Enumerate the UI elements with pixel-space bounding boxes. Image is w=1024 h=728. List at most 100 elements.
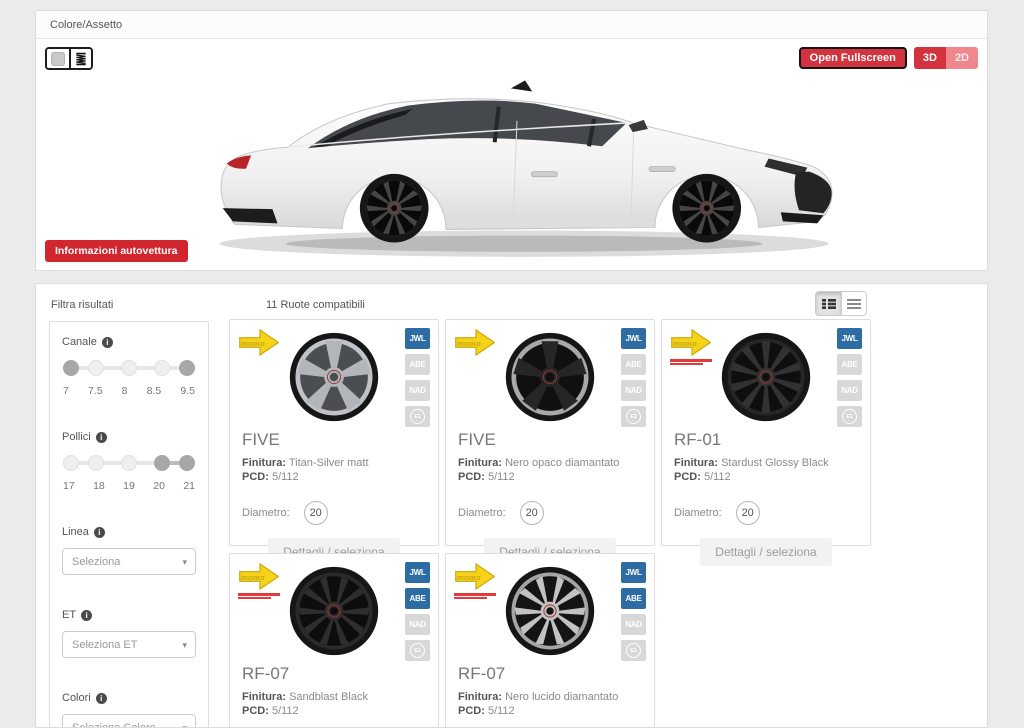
e1-ring: E1 [842, 409, 857, 424]
colori-label: Colori [62, 692, 91, 704]
e1-badge: E1 [621, 406, 646, 427]
wheel-name: FIVE [458, 430, 642, 450]
filter-title: Filtra risultati [51, 299, 113, 311]
jwl-badge: JWL [405, 328, 430, 349]
five-spoke-black-wheel [495, 330, 605, 424]
e1-badge: E1 [837, 406, 862, 427]
abe-badge: ABE [621, 588, 646, 609]
finitura-value: Nero opaco diamantato [505, 457, 619, 469]
filter-group-linea: Linea i Seleziona ▾ [50, 514, 208, 577]
momo-brand-logo: momo [670, 328, 718, 365]
diameter-badge: 20 [304, 501, 328, 525]
slider-handle[interactable] [63, 455, 79, 471]
wheel-name: RF-07 [242, 664, 426, 684]
pcd-value: 5/112 [272, 705, 299, 717]
jwl-badge: JWL [405, 562, 430, 583]
finitura-label: Finitura: [242, 691, 286, 703]
finitura-label: Finitura: [458, 457, 502, 469]
grid-view-button[interactable] [816, 292, 841, 315]
pcd-label: PCD: [458, 471, 485, 483]
mesh-black-wheel [711, 330, 821, 424]
nad-badge: NAD [837, 380, 862, 401]
slider-handle[interactable] [121, 455, 137, 471]
et-select[interactable]: Seleziona ET ▾ [62, 631, 196, 658]
slider-handle[interactable] [63, 360, 79, 376]
chevron-down-icon: ▾ [182, 640, 187, 651]
linea-label: Linea [62, 526, 89, 538]
wheel-card: momo JWL ABE NAD E1 RF-01 Finitura: Star… [661, 319, 871, 546]
chevron-down-icon: ▾ [182, 557, 187, 568]
wheel-card: momo JWL ABE NAD E1 RF-07 Finitura: Sand… [229, 553, 439, 728]
pcd-value: 5/112 [488, 705, 515, 717]
canale-label: Canale [62, 336, 97, 348]
finitura-value: Sandblast Black [289, 691, 368, 703]
pcd-value: 5/112 [488, 471, 515, 483]
pcd-value: 5/112 [272, 471, 299, 483]
momo-logo-text: momo [241, 573, 265, 582]
info-icon[interactable]: i [96, 432, 107, 443]
slider-handle[interactable] [154, 360, 170, 376]
five-spoke-silver-wheel [279, 330, 389, 424]
abe-badge: ABE [405, 354, 430, 375]
brand-subtext-bar [670, 363, 703, 365]
pollici-label: Pollici [62, 431, 91, 443]
info-icon[interactable]: i [81, 610, 92, 621]
wheel-cards-grid: momo JWL ABE NAD E1 FIVE Finitura: Titan… [229, 319, 871, 728]
suspension-mode-button[interactable] [69, 49, 91, 68]
e1-ring: E1 [626, 643, 641, 658]
linea-select[interactable]: Seleziona ▾ [62, 548, 196, 575]
certification-badges: JWL ABE NAD E1 [405, 328, 430, 427]
open-fullscreen-button[interactable]: Open Fullscreen [799, 47, 907, 69]
y-spoke-black-wheel [279, 564, 389, 658]
finitura-label: Finitura: [458, 691, 502, 703]
color-swatch-icon [51, 52, 65, 66]
wheel-card: momo JWL ABE NAD E1 RF-07 Finitura: Nero… [445, 553, 655, 728]
view-3d-button[interactable]: 3D [914, 47, 946, 69]
slider-handle[interactable] [88, 360, 104, 376]
colori-select[interactable]: Seleziona Colore ▾ [62, 714, 196, 728]
diameter-badge: 20 [736, 501, 760, 525]
view-2d-button[interactable]: 2D [946, 47, 978, 69]
color-mode-button[interactable] [47, 49, 69, 68]
brand-subtext-bar [670, 359, 712, 362]
viewer-actions: Open Fullscreen 3D 2D [799, 47, 978, 69]
results-count: 11 Ruote compatibili [266, 299, 365, 311]
nad-badge: NAD [621, 380, 646, 401]
slider-handle[interactable] [179, 455, 195, 471]
jwl-badge: JWL [837, 328, 862, 349]
slider-handle[interactable] [154, 455, 170, 471]
brand-subtext-bar [454, 597, 487, 599]
info-icon[interactable]: i [94, 527, 105, 538]
abe-badge: ABE [405, 588, 430, 609]
certification-badges: JWL ABE NAD E1 [621, 562, 646, 661]
e1-badge: E1 [405, 406, 430, 427]
finitura-value: Nero lucido diamantato [505, 691, 618, 703]
momo-brand-logo: momo [454, 328, 502, 357]
certification-badges: JWL ABE NAD E1 [837, 328, 862, 427]
slider-handle[interactable] [88, 455, 104, 471]
wheel-card: momo JWL ABE NAD E1 FIVE Finitura: Nero … [445, 319, 655, 546]
vehicle-viewer: Open Fullscreen 3D 2D [36, 39, 987, 271]
vehicle-info-button[interactable]: Informazioni autovettura [45, 240, 188, 262]
list-view-button[interactable] [841, 292, 866, 315]
slider-handle[interactable] [121, 360, 137, 376]
grid-list-icon [822, 298, 836, 310]
momo-brand-logo: momo [238, 562, 286, 599]
finitura-value: Titan-Silver matt [289, 457, 369, 469]
momo-logo-text: momo [457, 339, 481, 348]
slider-handle[interactable] [179, 360, 195, 376]
e1-ring: E1 [410, 643, 425, 658]
view-toggle [815, 291, 867, 316]
wheel-card: momo JWL ABE NAD E1 FIVE Finitura: Titan… [229, 319, 439, 546]
details-select-button[interactable]: Dettagli / seleziona [700, 538, 831, 566]
pcd-value: 5/112 [704, 471, 731, 483]
momo-brand-logo: momo [454, 562, 502, 599]
wheel-name: RF-07 [458, 664, 642, 684]
dimension-toggle: 3D 2D [914, 47, 978, 69]
info-icon[interactable]: i [102, 337, 113, 348]
nad-badge: NAD [405, 380, 430, 401]
finitura-value: Stardust Glossy Black [721, 457, 829, 469]
wheel-name: FIVE [242, 430, 426, 450]
pcd-label: PCD: [242, 471, 269, 483]
info-icon[interactable]: i [96, 693, 107, 704]
